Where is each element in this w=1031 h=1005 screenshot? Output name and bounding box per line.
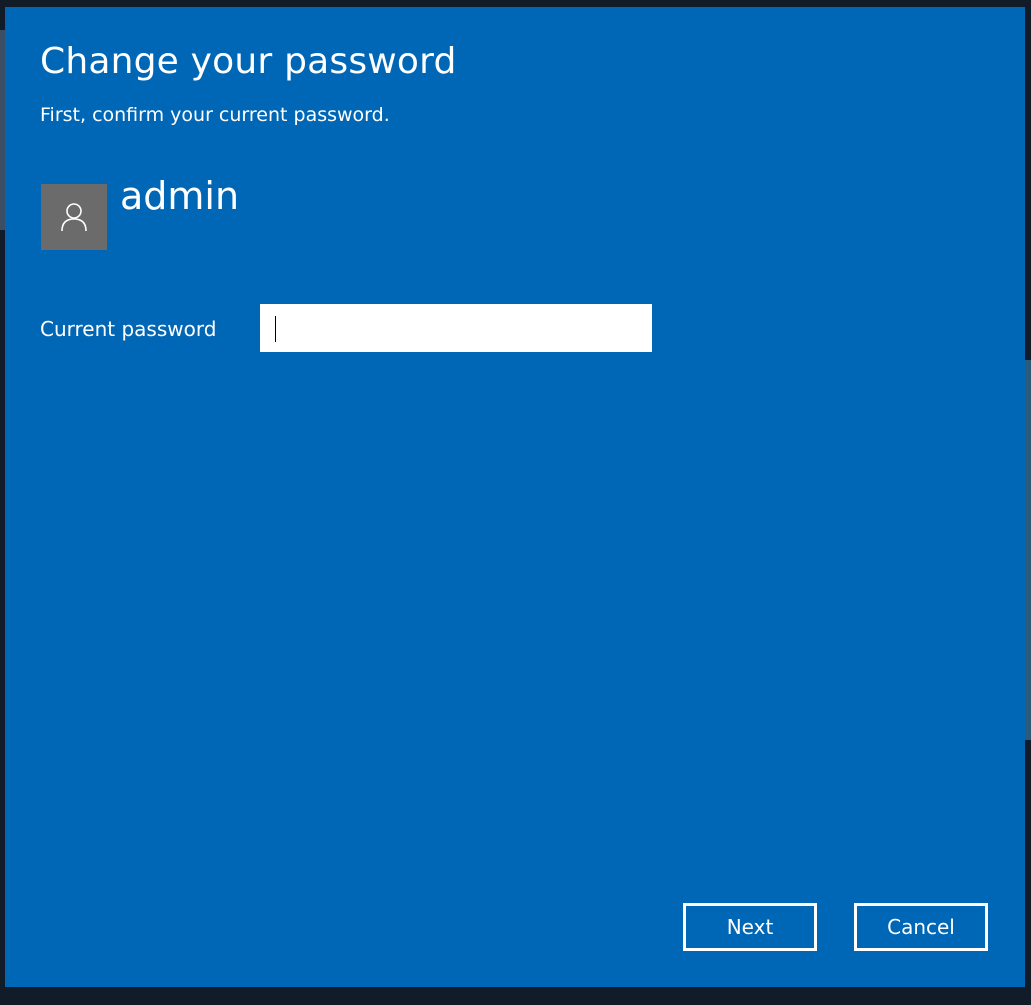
next-button[interactable]: Next [683,903,817,951]
person-icon [61,203,87,232]
text-cursor [275,316,276,342]
change-password-dialog: Change your password First, confirm your… [5,7,1025,987]
dialog-subtitle: First, confirm your current password. [40,104,390,126]
username: admin [120,174,240,218]
cancel-button[interactable]: Cancel [854,903,988,951]
current-password-label: Current password [40,317,217,341]
avatar [41,184,107,250]
dialog-title: Change your password [40,41,457,82]
current-password-input[interactable] [260,304,652,352]
background-window-edge-right [1025,360,1031,740]
